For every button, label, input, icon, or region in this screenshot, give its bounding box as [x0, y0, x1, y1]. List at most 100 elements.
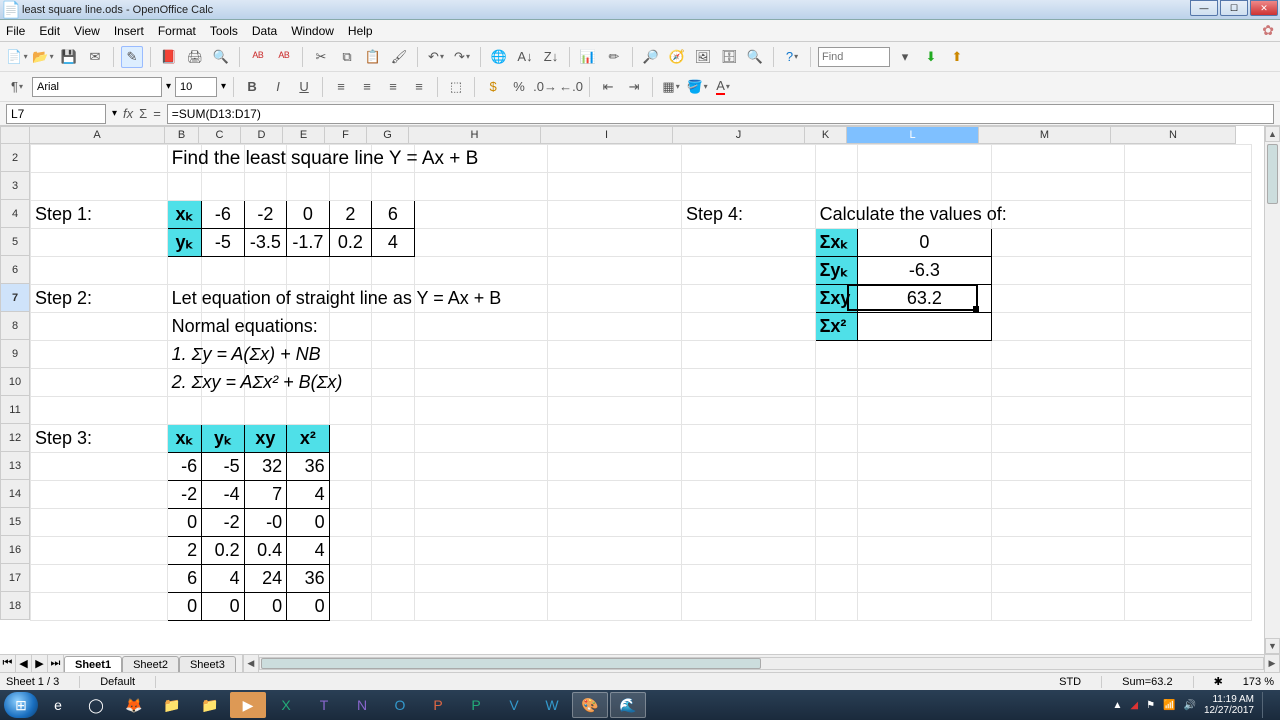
- sort-asc-button[interactable]: A↓: [514, 46, 536, 68]
- taskbar-publisher[interactable]: P: [458, 692, 494, 718]
- find-replace-button[interactable]: 🔎: [640, 46, 662, 68]
- rowhead-15[interactable]: 15: [0, 508, 30, 536]
- taskbar-powerpoint[interactable]: P: [420, 692, 456, 718]
- taskbar-word[interactable]: W: [534, 692, 570, 718]
- redo-button[interactable]: ↷: [451, 46, 473, 68]
- tab-prev[interactable]: ◀: [16, 655, 32, 672]
- colhead-C[interactable]: C: [199, 126, 241, 144]
- save-button[interactable]: 💾: [58, 46, 80, 68]
- undo-button[interactable]: ↶: [425, 46, 447, 68]
- taskbar-media[interactable]: ▶: [230, 692, 266, 718]
- taskbar-excel[interactable]: X: [268, 692, 304, 718]
- find-prev-button[interactable]: ⬆: [946, 46, 968, 68]
- menu-data[interactable]: Data: [252, 24, 277, 38]
- colhead-I[interactable]: I: [541, 126, 673, 144]
- taskbar-ie[interactable]: e: [40, 692, 76, 718]
- menu-window[interactable]: Window: [291, 24, 334, 38]
- colhead-D[interactable]: D: [241, 126, 283, 144]
- colhead-J[interactable]: J: [673, 126, 805, 144]
- tab-last[interactable]: ⏭: [48, 655, 64, 672]
- function-wizard-button[interactable]: fx: [123, 106, 133, 121]
- rowhead-5[interactable]: 5: [0, 228, 30, 256]
- font-size-input[interactable]: [175, 77, 217, 97]
- menu-format[interactable]: Format: [158, 24, 196, 38]
- taskbar-firefox[interactable]: 🦊: [116, 692, 152, 718]
- select-all-corner[interactable]: [0, 126, 30, 144]
- minimize-button[interactable]: —: [1190, 0, 1218, 16]
- vscroll-thumb[interactable]: [1267, 144, 1278, 204]
- align-left-button[interactable]: ≡: [330, 76, 352, 98]
- formula-input[interactable]: [167, 104, 1274, 124]
- tray-up-icon[interactable]: ▲: [1112, 700, 1122, 711]
- rowhead-7[interactable]: 7: [0, 284, 30, 312]
- font-name-dd[interactable]: ▾: [166, 81, 171, 92]
- navigator-button[interactable]: 🧭: [666, 46, 688, 68]
- borders-button[interactable]: ▦: [660, 76, 682, 98]
- bgcolor-button[interactable]: 🪣: [686, 76, 708, 98]
- hscroll-thumb[interactable]: [261, 658, 761, 669]
- find-input[interactable]: [818, 47, 890, 67]
- rowhead-12[interactable]: 12: [0, 424, 30, 452]
- colhead-B[interactable]: B: [165, 126, 199, 144]
- find-dropdown[interactable]: ▾: [894, 46, 916, 68]
- dec-indent-button[interactable]: ⇤: [597, 76, 619, 98]
- add-decimal-button[interactable]: .0→: [534, 76, 556, 98]
- horizontal-scrollbar[interactable]: ◀ ▶: [242, 655, 1280, 672]
- menu-file[interactable]: File: [6, 24, 25, 38]
- colhead-A[interactable]: A: [30, 126, 165, 144]
- help-button[interactable]: ?: [781, 46, 803, 68]
- rowhead-14[interactable]: 14: [0, 480, 30, 508]
- update-icon[interactable]: ✿: [1262, 22, 1274, 39]
- taskbar-outlook[interactable]: O: [382, 692, 418, 718]
- font-size-dd[interactable]: ▾: [221, 81, 226, 92]
- gallery-button[interactable]: 🖼: [692, 46, 714, 68]
- status-style[interactable]: Default: [100, 676, 156, 688]
- sheet-tab-1[interactable]: Sheet1: [64, 656, 122, 672]
- rowhead-18[interactable]: 18: [0, 592, 30, 620]
- taskbar-openoffice[interactable]: 🌊: [610, 692, 646, 718]
- start-button[interactable]: ⊞: [4, 692, 38, 718]
- currency-button[interactable]: $: [482, 76, 504, 98]
- vscroll-down[interactable]: ▼: [1265, 638, 1280, 654]
- name-box[interactable]: [6, 104, 106, 124]
- tray-clock[interactable]: 11:19 AM12/27/2017: [1204, 694, 1254, 716]
- taskbar-paint[interactable]: 🎨: [572, 692, 608, 718]
- merge-button[interactable]: ⬚: [445, 76, 467, 98]
- status-mode[interactable]: STD: [1059, 676, 1102, 688]
- tray-network-icon[interactable]: 📶: [1163, 700, 1175, 711]
- hscroll-right[interactable]: ▶: [1264, 655, 1280, 672]
- colhead-F[interactable]: F: [325, 126, 367, 144]
- sheet-tab-3[interactable]: Sheet3: [179, 656, 236, 672]
- paste-button[interactable]: 📋: [362, 46, 384, 68]
- colhead-G[interactable]: G: [367, 126, 409, 144]
- colhead-M[interactable]: M: [979, 126, 1111, 144]
- vscroll-up[interactable]: ▲: [1265, 126, 1280, 142]
- copy-button[interactable]: ⧉: [336, 46, 358, 68]
- function-button[interactable]: =: [153, 106, 161, 121]
- taskbar-chrome[interactable]: ◯: [78, 692, 114, 718]
- datasources-button[interactable]: 🗄: [718, 46, 740, 68]
- rowhead-3[interactable]: 3: [0, 172, 30, 200]
- status-sum[interactable]: Sum=63.2: [1122, 676, 1193, 688]
- cut-button[interactable]: ✂: [310, 46, 332, 68]
- menu-tools[interactable]: Tools: [210, 24, 238, 38]
- rowhead-2[interactable]: 2: [0, 144, 30, 172]
- taskbar-onenote[interactable]: N: [344, 692, 380, 718]
- show-desktop-button[interactable]: [1262, 692, 1270, 718]
- colhead-L[interactable]: L: [847, 126, 979, 144]
- show-draw-button[interactable]: ✏: [603, 46, 625, 68]
- menu-insert[interactable]: Insert: [114, 24, 144, 38]
- close-button[interactable]: ✕: [1250, 0, 1278, 16]
- underline-button[interactable]: U: [293, 76, 315, 98]
- sort-desc-button[interactable]: Z↓: [540, 46, 562, 68]
- new-button[interactable]: 📄: [6, 46, 28, 68]
- email-button[interactable]: ✉: [84, 46, 106, 68]
- taskbar-visio[interactable]: V: [496, 692, 532, 718]
- zoom-button[interactable]: 🔍: [744, 46, 766, 68]
- vertical-scrollbar[interactable]: ▲ ▼: [1264, 126, 1280, 654]
- system-tray[interactable]: ▲ ◢ ⚑ 📶 🔊 11:19 AM12/27/2017: [1112, 692, 1276, 718]
- taskbar-folder[interactable]: 📁: [192, 692, 228, 718]
- rowhead-10[interactable]: 10: [0, 368, 30, 396]
- tab-first[interactable]: ⏮: [0, 655, 16, 672]
- format-paint-button[interactable]: 🖌: [388, 46, 410, 68]
